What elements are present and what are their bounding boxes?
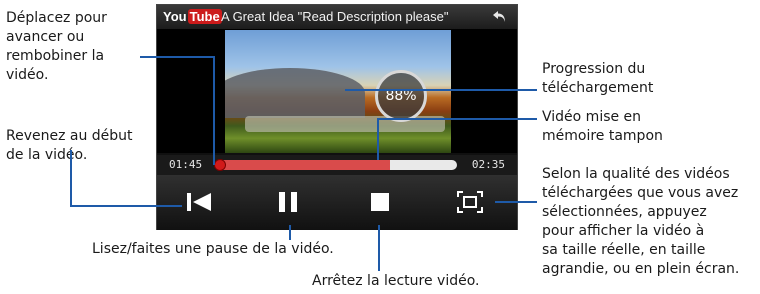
seek-leader-v xyxy=(213,56,215,165)
skip-to-start-button[interactable] xyxy=(184,187,214,217)
video-frame: 88% xyxy=(225,30,451,153)
buffered-callout-text: Vidéo mise en mémoire tampon xyxy=(542,109,663,144)
download-progress-indicator: 88% xyxy=(375,70,427,122)
seek-callout-text: Déplacez pour avancer ou rembobiner la v… xyxy=(6,10,107,83)
title-bar: You Tube A Great Idea "Read Description p… xyxy=(157,5,517,30)
play-pause-callout-text: Lisez/faites une pause de la vidéo. xyxy=(92,241,334,257)
seek-leader-h xyxy=(140,56,215,58)
size-leader xyxy=(495,201,537,203)
stop-callout-text: Arrêtez la lecture vidéo. xyxy=(312,273,480,289)
buffered-fill xyxy=(219,160,391,170)
time-total: 02:35 xyxy=(471,158,505,171)
buffered-leader-h xyxy=(377,118,537,120)
fullscreen-icon xyxy=(457,191,483,213)
video-area[interactable]: 88% xyxy=(157,30,517,153)
video-title: A Great Idea "Read Description please" xyxy=(221,9,449,24)
download-progress-callout-text: Progression du téléchargement xyxy=(542,61,654,96)
stop-leader xyxy=(378,225,380,271)
skip-to-start-icon xyxy=(185,191,213,213)
pause-icon xyxy=(277,190,299,214)
video-player: You Tube A Great Idea "Read Description p… xyxy=(156,4,518,230)
buffered-leader-v xyxy=(377,118,379,160)
video-hill xyxy=(225,68,365,118)
seek-bar-row: 01:45 02:35 xyxy=(157,155,517,175)
seek-handle[interactable] xyxy=(214,159,226,171)
restart-leader-h xyxy=(70,205,182,207)
youtube-logo: You Tube xyxy=(163,9,222,24)
stop-button[interactable] xyxy=(365,187,395,217)
control-bar xyxy=(157,175,517,230)
time-elapsed: 01:45 xyxy=(169,158,203,171)
fullscreen-button[interactable] xyxy=(455,187,485,217)
pause-button[interactable] xyxy=(273,187,303,217)
pause-leader xyxy=(289,225,291,240)
restart-leader-v xyxy=(70,150,72,206)
progress-leader xyxy=(345,89,537,91)
stop-icon xyxy=(369,191,391,213)
back-arrow-icon[interactable] xyxy=(491,8,509,26)
size-callout-text: Selon la qualité des vidéos téléchargées… xyxy=(542,166,740,277)
seek-track[interactable] xyxy=(219,160,457,170)
